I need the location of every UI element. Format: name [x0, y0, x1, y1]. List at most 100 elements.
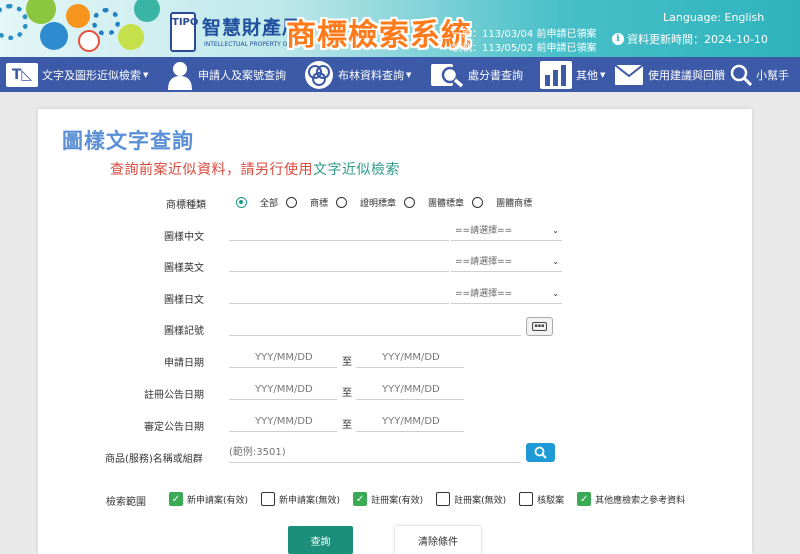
similarity-search-link[interactable]: 文字近似檢索 [313, 162, 400, 178]
chevron-down-icon: ⌄ [552, 289, 559, 298]
nav-item-disposition-search[interactable]: 處分書查詢 [430, 57, 523, 92]
symbol-label: 圖樣記號 [164, 326, 204, 337]
nav-item-other[interactable]: 其他 ▼ [540, 57, 605, 92]
date-separator: 至 [342, 388, 352, 399]
language-link[interactable]: English [725, 11, 765, 24]
radio-certification-mark[interactable]: 證明標章 [336, 196, 404, 209]
nav-label: 文字及圖形近似檢索 [42, 68, 141, 82]
checkbox[interactable] [261, 492, 276, 506]
reg-pub-date-start[interactable]: YYY/MM/DD [229, 380, 337, 400]
venn-icon [305, 60, 333, 89]
checkbox[interactable]: ✓ [169, 492, 183, 506]
goods-services-label: 商品(服務)名稱或組群 [105, 454, 203, 465]
radio-button[interactable] [404, 196, 416, 208]
nav-item-boolean-search[interactable]: 布林資料查詢 ▼ [304, 57, 411, 92]
scope-new-invalid[interactable]: 新申請案(無效) [261, 492, 340, 506]
nav-item-feedback[interactable]: 使用建議與回饋 [614, 57, 725, 92]
reg-pub-date-end[interactable]: YYY/MM/DD [356, 380, 464, 400]
checkbox[interactable]: ✓ [577, 492, 592, 506]
nav-item-text-image-search[interactable]: T◺ 文字及圖形近似檢索 ▼ [6, 57, 148, 92]
query-button[interactable]: 查詢 [288, 526, 353, 554]
decor-circle-green [26, 0, 56, 24]
checkbox-label: 新申請案(有效) [187, 495, 249, 506]
select-value: ==請選擇== [455, 257, 513, 267]
date-placeholder: YYY/MM/DD [255, 384, 313, 395]
radio-collective-membership-mark[interactable]: 團體標章 [404, 196, 472, 209]
clear-conditions-button[interactable]: 清除條件 [395, 526, 481, 554]
nav-label: 其他 [576, 68, 598, 82]
subtitle-text: 查詢前案近似資料，請另行使用 [110, 162, 313, 178]
exam-pub-date-start[interactable]: YYY/MM/DD [229, 412, 337, 432]
japanese-match-select[interactable]: ==請選擇== ⌄ [451, 284, 562, 304]
exam-pub-date-label: 審定公告日期 [144, 422, 204, 433]
nav-item-helper[interactable]: 小幫手 [730, 57, 789, 92]
info-icon: i [612, 33, 624, 45]
radio-label: 證明標章 [360, 198, 397, 209]
notice-express: 快軌：113/05/02 前申請已領案 [452, 43, 597, 54]
radio-label: 團體商標 [496, 198, 533, 209]
chevron-down-icon: ⌄ [552, 257, 559, 266]
goods-search-button[interactable] [526, 443, 555, 462]
apply-date-start[interactable]: YYY/MM/DD [229, 348, 337, 368]
search-icon [730, 64, 752, 86]
checkbox[interactable] [519, 492, 534, 506]
scope-registered-valid[interactable]: ✓ 註冊案(有效) [353, 492, 423, 506]
date-placeholder: YYY/MM/DD [255, 352, 313, 363]
logo-text: TIPO [172, 17, 199, 28]
text-image-icon: T◺ [6, 62, 38, 87]
nav-label: 使用建議與回饋 [648, 68, 725, 82]
english-match-select[interactable]: ==請選擇== ⌄ [451, 252, 562, 272]
caret-down-icon: ▼ [406, 70, 412, 79]
chinese-match-select[interactable]: ==請選擇== ⌄ [451, 221, 562, 241]
search-scope-label: 檢索範圍 [106, 497, 146, 508]
gear-icon [0, 4, 28, 40]
data-update-info: i 資料更新時間：2024-10-10 [612, 31, 768, 47]
date-placeholder: YYY/MM/DD [255, 416, 313, 427]
language-switch: Language: English [663, 11, 764, 24]
decor-circle-teal [134, 0, 160, 22]
symbol-input[interactable] [229, 316, 521, 336]
mail-icon [614, 63, 644, 85]
nav-item-applicant-search[interactable]: 申請人及案號查詢 [166, 57, 286, 92]
keyboard-icon: ▪▪▪ [532, 322, 547, 331]
radio-button[interactable] [472, 196, 484, 208]
radio-button[interactable] [286, 196, 298, 208]
language-label: Language: [663, 11, 721, 24]
caret-down-icon: ▼ [600, 70, 606, 79]
scope-new-valid[interactable]: ✓ 新申請案(有效) [169, 492, 248, 506]
scope-other-reference[interactable]: ✓ 其他應檢索之參考資料 [577, 492, 685, 506]
exam-pub-date-end[interactable]: YYY/MM/DD [356, 412, 464, 432]
radio-label: 商標 [310, 198, 329, 209]
symbol-keyboard-button[interactable]: ▪▪▪ [526, 317, 553, 336]
checkbox-label: 核駁案 [537, 495, 565, 506]
english-text-input[interactable] [229, 252, 449, 272]
caret-down-icon: ▼ [143, 70, 149, 79]
decor-circle-lime [118, 24, 144, 50]
japanese-text-label: 圖樣日文 [164, 295, 204, 306]
chinese-text-input[interactable] [229, 221, 449, 241]
date-separator: 至 [342, 357, 352, 368]
radio-all[interactable]: 全部 [236, 196, 286, 209]
radio-button[interactable] [336, 196, 348, 208]
japanese-text-input[interactable] [229, 284, 449, 304]
scope-rejected[interactable]: 核駁案 [519, 492, 564, 506]
checkbox-label: 註冊案(有效) [371, 495, 424, 506]
trademark-type-radios: 全部 商標 證明標章 團體標章 團體商標 [236, 195, 532, 209]
checkbox[interactable] [436, 492, 451, 506]
radio-collective-trademark[interactable]: 團體商標 [472, 196, 532, 209]
radio-button[interactable] [236, 196, 247, 208]
scope-registered-invalid[interactable]: 註冊案(無效) [436, 492, 506, 506]
apply-date-label: 申請日期 [164, 358, 204, 369]
decor-circle-orange [66, 4, 90, 28]
nav-label: 申請人及案號查詢 [198, 68, 286, 82]
goods-services-input[interactable] [229, 443, 521, 463]
chevron-down-icon: ⌄ [552, 226, 559, 235]
checkbox-label: 新申請案(無效) [279, 495, 341, 506]
radio-trademark[interactable]: 商標 [286, 196, 336, 209]
checkbox[interactable]: ✓ [353, 492, 368, 506]
main-nav: T◺ 文字及圖形近似檢索 ▼ 申請人及案號查詢 布林資料查詢 ▼ 處分書查詢 其他 ▼ [0, 57, 800, 92]
search-icon [534, 446, 547, 459]
date-placeholder: YYY/MM/DD [382, 416, 440, 427]
apply-date-end[interactable]: YYY/MM/DD [356, 348, 464, 368]
date-separator: 至 [342, 420, 352, 431]
